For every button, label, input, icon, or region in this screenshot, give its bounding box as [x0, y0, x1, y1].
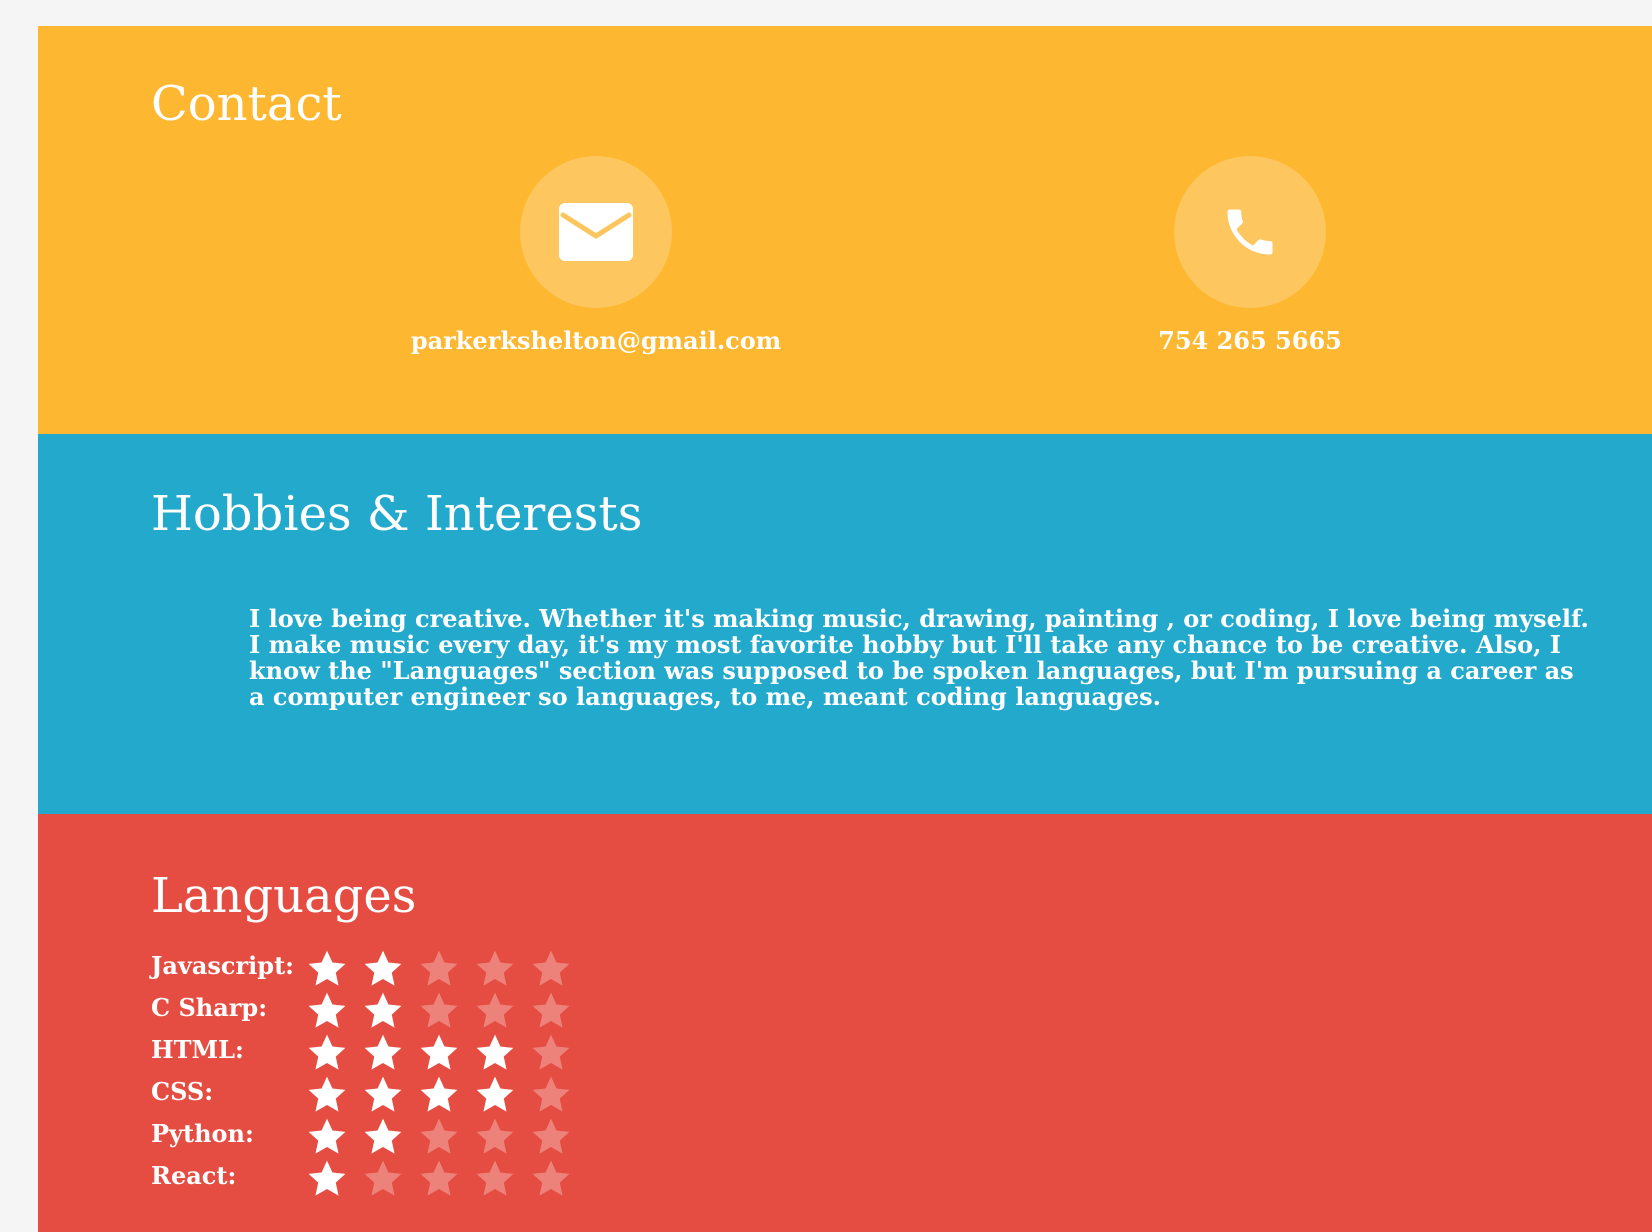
star-rating — [306, 1158, 586, 1200]
star-empty-icon — [476, 1118, 514, 1154]
envelope-icon — [559, 203, 633, 261]
star-empty-icon — [364, 1160, 402, 1196]
star-filled-icon — [476, 1076, 514, 1112]
star-filled-icon — [364, 1034, 402, 1070]
star-filled-icon — [364, 992, 402, 1028]
language-name: HTML: — [151, 1035, 244, 1064]
star-filled-icon — [364, 1118, 402, 1154]
phone-contact[interactable]: 754 265 5665 — [1050, 156, 1450, 355]
phone-icon — [1227, 209, 1273, 255]
language-row: Python: — [151, 1116, 586, 1158]
email-icon-circle — [520, 156, 672, 308]
language-row: CSS: — [151, 1074, 586, 1116]
star-empty-icon — [532, 950, 570, 986]
email-contact[interactable]: parkerkshelton@gmail.com — [396, 156, 796, 355]
star-filled-icon — [364, 1076, 402, 1112]
language-row: React: — [151, 1158, 586, 1200]
hobbies-section: Hobbies & Interests I love being creativ… — [38, 434, 1652, 814]
star-filled-icon — [308, 1076, 346, 1112]
star-rating — [306, 990, 586, 1032]
languages-list: Javascript: C Sharp: HTML: CSS: Python: React… — [151, 948, 586, 1200]
language-name: CSS: — [151, 1077, 214, 1106]
languages-section: Languages Javascript: C Sharp: HTML: CSS: Py… — [38, 814, 1652, 1232]
star-filled-icon — [420, 1076, 458, 1112]
star-empty-icon — [420, 1160, 458, 1196]
star-filled-icon — [364, 950, 402, 986]
language-name: C Sharp: — [151, 993, 268, 1022]
star-empty-icon — [476, 1160, 514, 1196]
star-rating — [306, 1032, 586, 1074]
star-rating — [306, 1074, 586, 1116]
phone-icon-circle — [1174, 156, 1326, 308]
star-empty-icon — [532, 1076, 570, 1112]
star-filled-icon — [308, 1034, 346, 1070]
star-filled-icon — [308, 950, 346, 986]
star-empty-icon — [420, 1118, 458, 1154]
languages-title: Languages — [151, 868, 417, 924]
star-filled-icon — [476, 1034, 514, 1070]
star-rating — [306, 948, 586, 990]
star-empty-icon — [420, 950, 458, 986]
star-filled-icon — [308, 1118, 346, 1154]
star-empty-icon — [532, 1118, 570, 1154]
phone-text[interactable]: 754 265 5665 — [1050, 326, 1450, 355]
hobbies-paragraph: I love being creative. Whether it's maki… — [249, 604, 1589, 711]
resume-page: Contact parkerkshelton@gmail.com 754 265… — [38, 26, 1652, 1232]
language-row: C Sharp: — [151, 990, 586, 1032]
contact-title: Contact — [151, 76, 342, 132]
language-row: HTML: — [151, 1032, 586, 1074]
language-name: React: — [151, 1161, 237, 1190]
star-empty-icon — [532, 1034, 570, 1070]
star-empty-icon — [476, 950, 514, 986]
star-empty-icon — [532, 992, 570, 1028]
star-filled-icon — [420, 1034, 458, 1070]
language-name: Javascript: — [151, 951, 295, 980]
email-text[interactable]: parkerkshelton@gmail.com — [396, 326, 796, 355]
star-rating — [306, 1116, 586, 1158]
hobbies-title: Hobbies & Interests — [151, 486, 643, 542]
star-filled-icon — [308, 992, 346, 1028]
star-filled-icon — [308, 1160, 346, 1196]
star-empty-icon — [532, 1160, 570, 1196]
star-empty-icon — [420, 992, 458, 1028]
language-row: Javascript: — [151, 948, 586, 990]
star-empty-icon — [476, 992, 514, 1028]
contact-section: Contact parkerkshelton@gmail.com 754 265… — [38, 26, 1652, 434]
language-name: Python: — [151, 1119, 254, 1148]
